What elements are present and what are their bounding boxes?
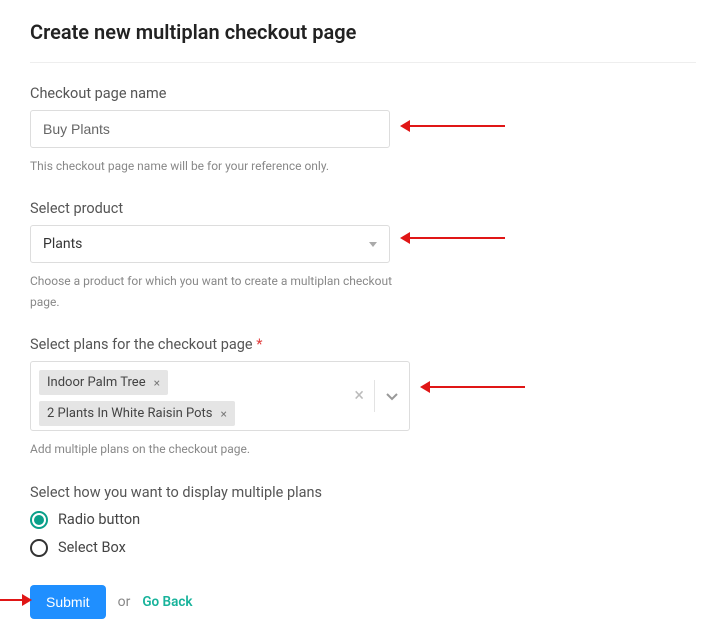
select-plans-label: Select plans for the checkout page * [30, 336, 696, 353]
checkout-name-hint: This checkout page name will be for your… [30, 156, 410, 176]
radio-icon-unselected [30, 539, 48, 557]
field-checkout-name: Checkout page name This checkout page na… [30, 85, 696, 176]
plans-chip-container: Indoor Palm Tree × 2 Plants In White Rai… [31, 362, 348, 430]
select-product-hint: Choose a product for which you want to c… [30, 271, 410, 312]
chip-remove-icon[interactable]: × [221, 407, 227, 421]
plan-chip: 2 Plants In White Raisin Pots × [39, 401, 235, 426]
required-star: * [256, 336, 262, 353]
form-actions: Submit or Go Back [30, 585, 696, 619]
caret-down-icon [369, 242, 377, 247]
annotation-arrow [410, 125, 505, 127]
radio-label: Select Box [58, 539, 126, 556]
field-select-product: Select product Plants Choose a product f… [30, 200, 696, 312]
checkout-name-label: Checkout page name [30, 85, 696, 102]
plan-chip-label: Indoor Palm Tree [47, 375, 146, 390]
plans-multiselect[interactable]: Indoor Palm Tree × 2 Plants In White Rai… [30, 361, 410, 431]
submit-button[interactable]: Submit [30, 585, 106, 619]
plans-actions: × [348, 362, 409, 430]
radio-icon-selected [30, 511, 48, 529]
annotation-arrow [430, 386, 525, 388]
select-plans-hint: Add multiple plans on the checkout page. [30, 439, 410, 459]
select-product-label: Select product [30, 200, 696, 217]
plan-chip: Indoor Palm Tree × [39, 370, 168, 395]
radio-option-select-box[interactable]: Select Box [30, 539, 696, 557]
chip-remove-icon[interactable]: × [154, 376, 160, 390]
product-select-value: Plants [43, 236, 82, 252]
annotation-arrow [410, 237, 505, 239]
field-select-plans: Select plans for the checkout page * Ind… [30, 336, 696, 459]
display-type-label: Select how you want to display multiple … [30, 484, 696, 501]
checkout-name-input[interactable] [30, 110, 390, 148]
go-back-link[interactable]: Go Back [142, 594, 192, 610]
clear-all-icon[interactable]: × [354, 387, 364, 405]
divider [374, 380, 375, 412]
plan-chip-label: 2 Plants In White Raisin Pots [47, 406, 213, 421]
radio-option-radio-button[interactable]: Radio button [30, 511, 696, 529]
chevron-down-icon[interactable] [385, 389, 399, 403]
annotation-arrow [0, 599, 22, 601]
radio-label: Radio button [58, 511, 140, 528]
product-select[interactable]: Plants [30, 225, 390, 263]
or-text: or [118, 594, 131, 610]
page-title: Create new multiplan checkout page [30, 20, 696, 63]
field-display-type: Select how you want to display multiple … [30, 484, 696, 557]
